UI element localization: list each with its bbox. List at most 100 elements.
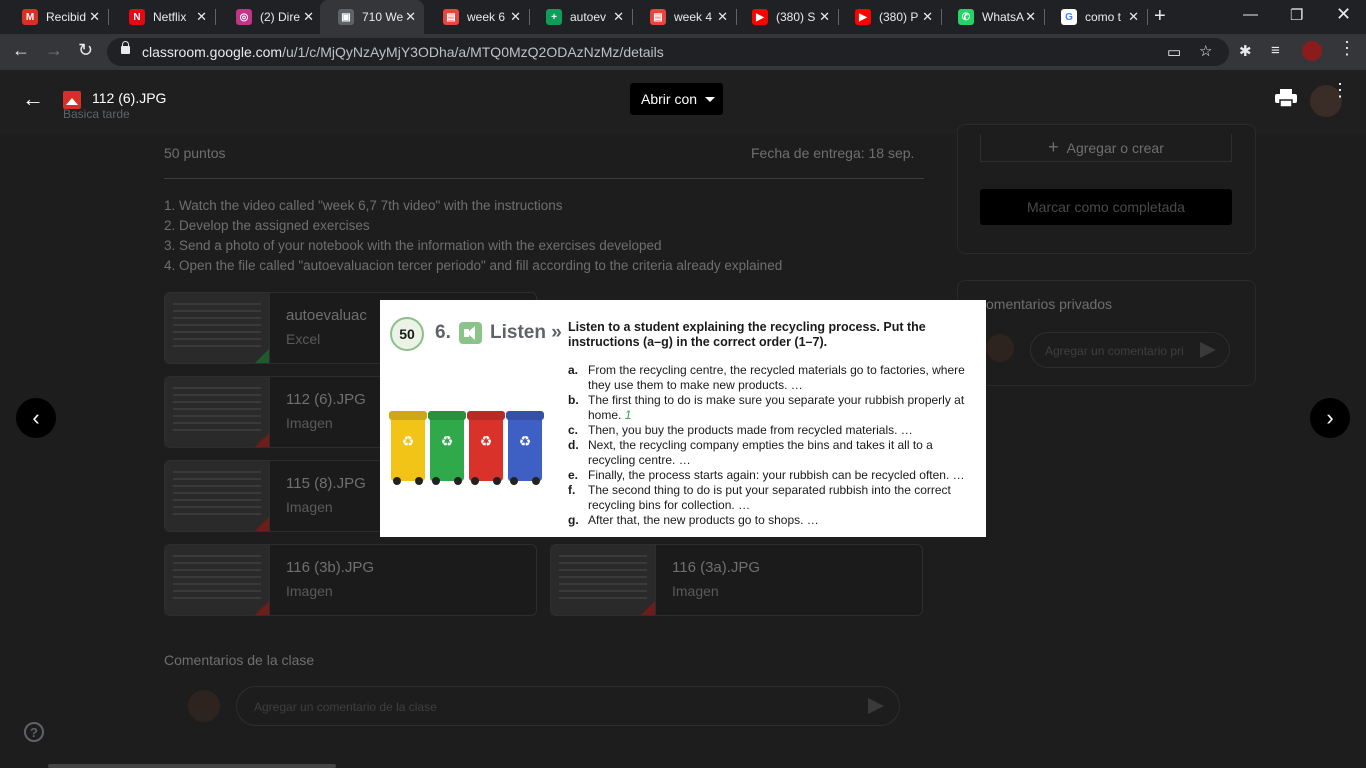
media-icon[interactable]: ≡ [1271,42,1280,59]
browser-tab[interactable]: ✆ WhatsA ✕ [940,0,1045,34]
lock-icon[interactable] [121,41,130,54]
attachment-type: Excel [286,331,321,347]
close-tab-icon[interactable]: ✕ [1025,9,1036,25]
next-file-button[interactable]: › [1310,398,1350,438]
bin-lid [467,411,505,420]
instruction-line: 4. Open the file called "autoevaluacion … [164,258,783,273]
tab-title: (380) S [776,10,816,24]
close-tab-icon[interactable]: ✕ [613,9,624,25]
forward-icon[interactable]: → [45,40,63,61]
attachment-name: 112 (6).JPG [286,391,366,408]
browser-toolbar: ← → ↻ classroom.google.com/u/1/c/MjQyNzA… [0,34,1366,70]
send-icon[interactable] [1200,342,1216,358]
close-tab-icon[interactable]: ✕ [717,9,728,25]
browser-tab[interactable]: ▶ (380) P ✕ [837,0,942,34]
browser-tab[interactable]: N Netflix ✕ [111,0,216,34]
extensions-icon[interactable]: ✱ [1239,42,1252,60]
close-tab-icon[interactable]: ✕ [510,9,521,25]
tab-title: (380) P [879,10,919,24]
attachment-card[interactable]: 116 (3a).JPG Imagen [550,544,923,616]
attachment-type: Imagen [286,583,333,599]
more-options-icon[interactable]: ⋮ [1331,81,1349,99]
item-letter: c. [568,423,579,437]
close-tab-icon[interactable]: ✕ [303,9,314,25]
close-tab-icon[interactable]: ✕ [89,9,100,25]
tab-title: week 6 [467,10,506,24]
attachment-card[interactable]: 116 (3b).JPG Imagen [164,544,537,616]
scrollbar[interactable] [48,764,336,768]
new-tab-button[interactable]: + [1154,5,1166,28]
points: 50 puntos [164,145,226,161]
user-avatar [188,690,220,722]
browser-tab[interactable]: M Recibid ✕ [4,0,109,34]
wheel [415,477,423,485]
close-viewer-arrow-icon[interactable]: ← [22,86,44,112]
exercise-item: d. Next, the recycling company empties th… [568,438,983,468]
item-letter: g. [568,513,579,527]
browser-tab[interactable]: ◎ (2) Dire ✕ [218,0,322,34]
close-tab-icon[interactable]: ✕ [922,9,933,25]
tab-title: autoev [570,10,607,24]
youtube-icon: ▶ [855,9,871,25]
item-text: Next, the recycling company empties the … [588,438,933,467]
close-tab-icon[interactable]: ✕ [196,9,207,25]
attachment-name: 116 (3b).JPG [286,559,375,576]
section-title: Listen » [490,322,562,344]
close-window-icon[interactable]: ✕ [1336,4,1351,25]
profile-avatar[interactable] [1302,41,1322,61]
restore-icon[interactable]: ❐ [1290,6,1303,24]
browser-tab[interactable]: Gcomo t ✕ [1043,0,1148,34]
reload-icon[interactable]: ↻ [78,40,93,61]
close-tab-icon[interactable]: ✕ [819,9,830,25]
browser-tab[interactable]: ▤ week 6 ✕ [425,0,530,34]
add-or-create-button[interactable]: + Agregar o crear [980,134,1232,162]
browser-tab[interactable]: ▤ week 4 ✕ [632,0,737,34]
exercise-item: f. The second thing to do is put your sep… [568,483,983,513]
open-with-button[interactable]: Abrir con [630,83,723,115]
item-letter: e. [568,468,579,482]
attachment-thumbnail [551,545,656,615]
page-number-badge: 50 [390,317,424,351]
chevron-left-icon: ‹ [32,405,40,430]
due-date: Fecha de entrega: 18 sep. [751,145,915,161]
close-tab-icon[interactable]: ✕ [1128,9,1139,25]
section-label: Listen [490,322,546,343]
class-comment-input[interactable]: Agregar un comentario de la clase [236,686,900,726]
bookmark-star-icon[interactable]: ☆ [1199,42,1212,60]
exercise-item: b. The first thing to do is make sure you… [568,393,983,423]
print-icon[interactable] [1275,89,1297,107]
item-letter: a. [568,363,579,377]
attachment-type: Imagen [286,499,333,515]
browser-tab[interactable]: ▶ (380) S ✕ [734,0,839,34]
previous-file-button[interactable]: ‹ [16,398,56,438]
item-text: From the recycling centre, the recycled … [588,363,965,392]
tab-separator [1147,9,1148,25]
browser-tab[interactable]: ▣ 710 We ✕ [320,0,424,34]
send-icon[interactable] [868,698,884,714]
tab-separator [215,9,216,25]
open-with-label: Abrir con [641,91,698,107]
item-text: Finally, the process starts again: your … [588,468,965,482]
recycling-bin: ♻ [428,411,466,485]
browser-tab[interactable]: + autoev ✕ [528,0,633,34]
minimize-icon[interactable]: — [1243,6,1258,23]
item-text: After that, the new products go to shops… [588,513,819,527]
back-icon[interactable]: ← [12,40,30,61]
chrome-menu-icon[interactable]: ⋮ [1338,38,1356,59]
mark-as-done-button[interactable]: Marcar como completada [980,189,1232,225]
recycling-bin: ♻ [389,411,427,485]
class-comments-title: Comentarios de la clase [164,652,315,668]
tab-title: (2) Dire [260,10,301,24]
close-tab-icon[interactable]: ✕ [405,9,416,25]
user-avatar [986,334,1014,362]
help-icon[interactable]: ? [24,722,44,742]
wheel [532,477,540,485]
image-icon: ▣ [338,9,354,25]
private-comments-title: omentarios privados [986,296,1113,312]
file-name: 112 (6).JPG [92,90,167,106]
cast-icon[interactable]: ▭ [1167,43,1181,61]
address-bar[interactable]: classroom.google.com/u/1/c/MjQyNzAyMjY3O… [107,38,1229,66]
instruction-line: 2. Develop the assigned exercises [164,218,370,233]
item-letter: d. [568,438,579,452]
tab-title: Recibid [46,10,87,24]
